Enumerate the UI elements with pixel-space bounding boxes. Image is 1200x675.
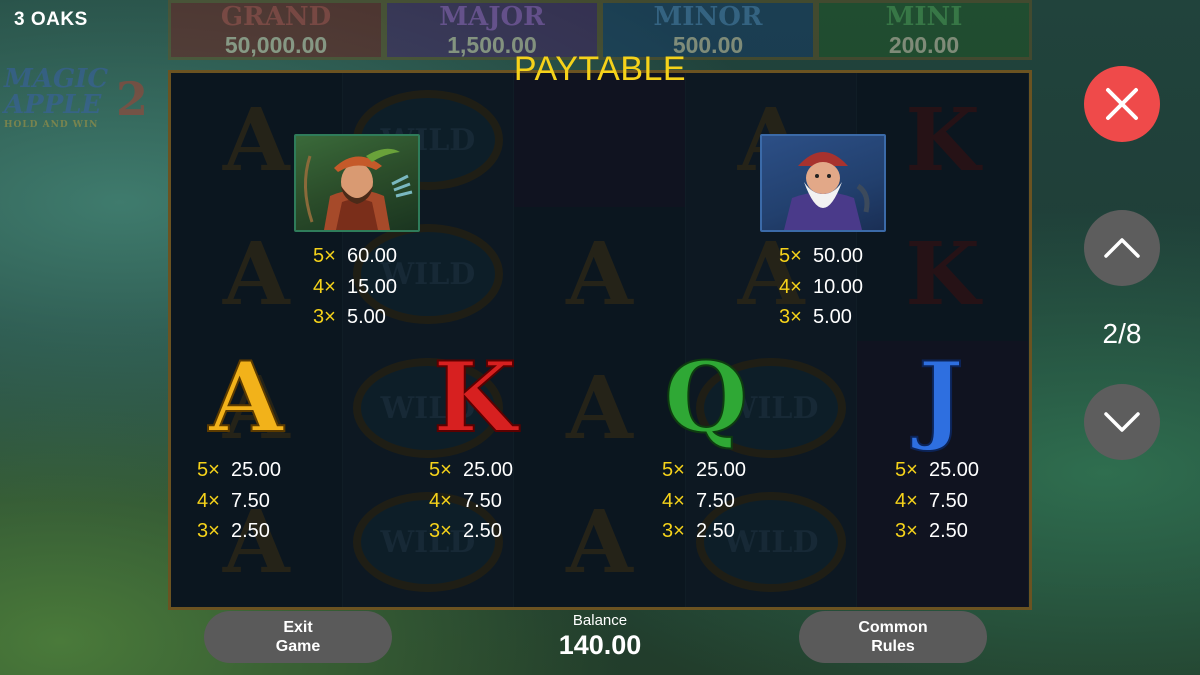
exit-label-line2: Game xyxy=(275,638,321,655)
payout-value: 2.50 xyxy=(463,520,502,542)
payout-value: 25.00 xyxy=(231,459,282,481)
payout-value: 7.50 xyxy=(231,489,270,512)
symbol-q-payouts: 5× 25.00 4× 7.50 3× 2.50 xyxy=(662,455,746,547)
payout-value: 2.50 xyxy=(231,520,270,542)
gnome-payouts: 5× 50.00 4× 10.00 3× 5.00 xyxy=(779,241,863,333)
symbol-j-payouts: 5× 25.00 4× 7.50 3× 2.50 xyxy=(895,455,979,547)
payout-value: 25.00 xyxy=(929,459,980,481)
multiplier: 3× xyxy=(895,520,918,542)
multiplier: 5× xyxy=(779,245,802,267)
balance-label: Balance xyxy=(572,612,628,629)
multiplier: 4× xyxy=(895,489,918,512)
balance-display: Balance 140.00 xyxy=(500,612,700,661)
page-up-button[interactable] xyxy=(1084,210,1160,286)
exit-game-button[interactable]: Exit Game xyxy=(204,611,392,663)
rules-label-line1: Common xyxy=(858,619,928,636)
multiplier: 4× xyxy=(429,489,452,512)
jackpot-name: MINOR xyxy=(653,2,763,32)
multiplier: 3× xyxy=(662,520,685,542)
multiplier: 5× xyxy=(429,459,452,481)
paytable-title: PAYTABLE xyxy=(513,50,687,88)
payout-value: 15.00 xyxy=(347,275,398,298)
chevron-up-icon xyxy=(1104,238,1140,258)
payout-value: 2.50 xyxy=(696,520,735,542)
symbol-a-payouts: 5× 25.00 4× 7.50 3× 2.50 xyxy=(197,455,281,547)
hunter-symbol-icon xyxy=(294,134,420,232)
multiplier: 3× xyxy=(429,520,452,542)
payout-value: 50.00 xyxy=(813,245,864,267)
multiplier: 5× xyxy=(662,459,685,481)
payout-value: 7.50 xyxy=(696,489,735,512)
payout-value: 2.50 xyxy=(929,520,968,542)
rules-label-line2: Rules xyxy=(871,638,915,655)
multiplier: 5× xyxy=(313,245,336,267)
close-button[interactable] xyxy=(1084,66,1160,142)
balance-value: 140.00 xyxy=(558,630,642,660)
multiplier: 4× xyxy=(779,275,802,298)
multiplier: 3× xyxy=(313,306,336,328)
jackpot-name: GRAND xyxy=(220,2,332,32)
payout-value: 25.00 xyxy=(463,459,514,481)
payout-value: 7.50 xyxy=(463,489,502,512)
payout-value: 5.00 xyxy=(347,306,386,328)
payout-value: 10.00 xyxy=(813,275,864,298)
symbol-j-icon: J xyxy=(917,341,964,454)
multiplier: 5× xyxy=(197,459,220,481)
multiplier: 4× xyxy=(313,275,336,298)
symbol-a-icon: A xyxy=(208,341,284,454)
payout-value: 7.50 xyxy=(929,489,968,512)
multiplier: 4× xyxy=(197,489,220,512)
page-down-button[interactable] xyxy=(1084,384,1160,460)
payout-value: 5.00 xyxy=(813,306,852,328)
close-icon xyxy=(1106,88,1138,120)
multiplier: 5× xyxy=(895,459,918,481)
symbol-k-icon: K xyxy=(432,341,517,454)
common-rules-button[interactable]: Common Rules xyxy=(799,611,987,663)
payout-value: 25.00 xyxy=(696,459,747,481)
jackpot-name: MINI xyxy=(885,2,963,32)
gnome-symbol-icon xyxy=(760,134,886,232)
page-indicator: 2/8 xyxy=(1102,318,1142,349)
symbol-q-icon: Q xyxy=(663,341,749,454)
hunter-payouts: 5× 60.00 4× 15.00 3× 5.00 xyxy=(313,241,397,333)
multiplier: 3× xyxy=(779,306,802,328)
brand-name: 3 OAKS xyxy=(14,9,88,30)
jackpot-name: MAJOR xyxy=(439,2,545,32)
exit-label-line1: Exit xyxy=(283,619,313,636)
multiplier: 4× xyxy=(662,489,685,512)
multiplier: 3× xyxy=(197,520,220,542)
payout-value: 60.00 xyxy=(347,245,398,267)
symbol-k-payouts: 5× 25.00 4× 7.50 3× 2.50 xyxy=(429,455,513,547)
chevron-down-icon xyxy=(1104,412,1140,432)
